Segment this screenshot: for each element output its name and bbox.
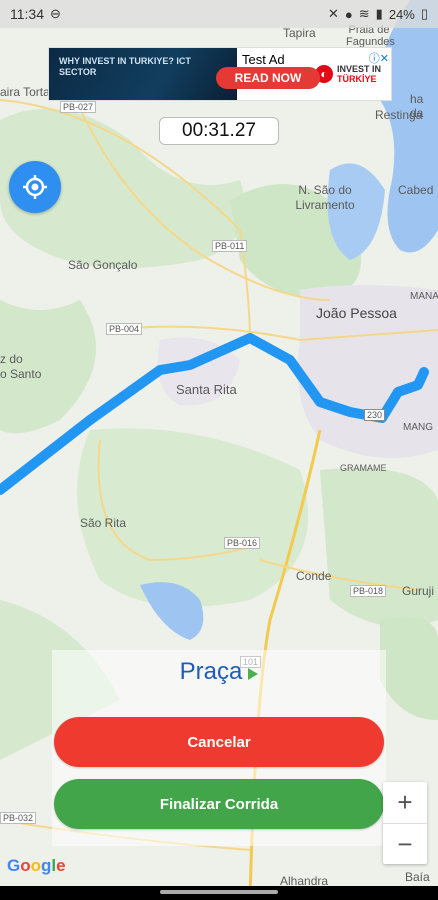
map-label-z-do: z do: [0, 352, 23, 366]
home-gesture-handle[interactable]: [160, 890, 278, 894]
battery-icon: ▯: [420, 6, 428, 21]
ad-banner[interactable]: WHY INVEST IN TURKIYE? ICT SECTOR ◐ INVE…: [48, 47, 392, 101]
map-label-guruji: Guruji: [402, 584, 435, 598]
zoom-in-button[interactable]: +: [383, 782, 427, 823]
map-label-joao-pessoa: João Pessoa: [316, 305, 397, 321]
map-label-cabedelo: Cabed: [398, 183, 434, 197]
zoom-out-button[interactable]: −: [383, 824, 427, 865]
status-sync-icon: ⊖: [50, 6, 61, 21]
mute-icon: ✕: [327, 6, 339, 21]
map-label-br230: 230: [364, 409, 386, 421]
map-label-sao-rita: São Rita: [80, 516, 127, 530]
system-nav-bar: [0, 886, 438, 900]
ad-brand[interactable]: ◐ INVEST IN TÜRKİYE: [314, 64, 381, 84]
finish-ride-button[interactable]: Finalizar Corrida: [54, 779, 384, 829]
battery-text: 24%: [388, 6, 415, 22]
map-label-santa-rita: Santa Rita: [176, 382, 237, 397]
ad-read-now-button[interactable]: READ NOW: [216, 67, 320, 89]
map-label-gramame: GRAMAME: [340, 463, 387, 473]
map-label-pb032: PB-032: [0, 812, 37, 824]
map-label-pb004: PB-004: [106, 323, 143, 335]
map-label-sao-goncalo: São Gonçalo: [68, 258, 138, 272]
ad-brand-line2: TÜRKİYE: [336, 74, 377, 84]
map-label-pb016: PB-016: [224, 537, 261, 549]
ad-image[interactable]: WHY INVEST IN TURKIYE? ICT SECTOR: [49, 48, 237, 100]
my-location-button[interactable]: [9, 161, 61, 213]
status-bar: 11:34 ⊖ ✕ ● ≋ ▮ 24% ▯: [0, 0, 438, 28]
map-label-pb027: PB-027: [60, 101, 97, 113]
map-label-o-santo: o Santo: [0, 367, 42, 381]
my-location-icon: [23, 175, 47, 199]
map-label-mana: MANA: [410, 291, 438, 302]
map-label-conde: Conde: [296, 569, 332, 583]
map-label-nsao-livramento: N. São do Livramento: [295, 183, 355, 212]
map-label-ha-da: ha da: [410, 92, 424, 120]
cancel-button[interactable]: Cancelar: [54, 717, 384, 767]
location-icon: ●: [344, 6, 353, 22]
status-icons: ✕ ● ≋ ▮ 24% ▯: [328, 6, 428, 22]
zoom-controls: + −: [383, 782, 427, 864]
play-arrow-icon[interactable]: [248, 667, 259, 680]
wifi-icon: ≋: [358, 6, 370, 21]
google-logo: Google: [7, 856, 66, 875]
map-label-aira-torta: aira Torta: [0, 85, 50, 99]
ad-brand-text: INVEST IN TÜRKİYE: [337, 64, 381, 84]
map-label-tapira: Tapira: [283, 26, 316, 40]
destination-row[interactable]: Praça: [52, 658, 386, 686]
ad-test-label: Test Ad: [240, 52, 287, 67]
ad-close-icon[interactable]: ⓘ✕: [369, 50, 389, 66]
ride-panel: Praça Cancelar Finalizar Corrida: [52, 650, 386, 846]
status-time: 11:34: [10, 6, 44, 22]
map-label-mang: MANG: [403, 422, 433, 433]
signal-icon: ▮: [375, 6, 383, 21]
map-label-pb018: PB-018: [350, 585, 387, 597]
ride-timer: 00:31.27: [159, 117, 279, 145]
map-label-pb011: PB-011: [212, 240, 248, 252]
destination-name: Praça: [179, 658, 243, 685]
